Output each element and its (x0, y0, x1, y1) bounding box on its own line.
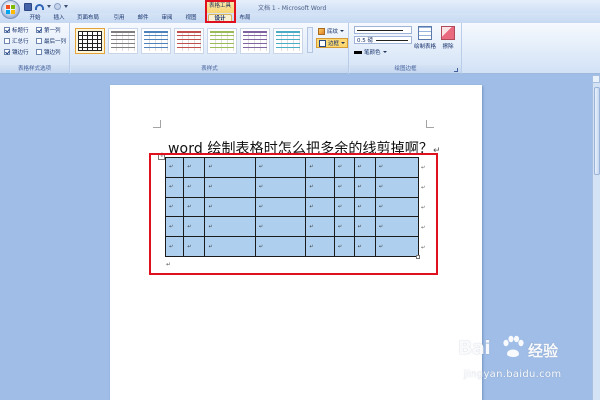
table-style-preview (243, 31, 267, 51)
group-table-style-options: 标题行 第一列 汇总行 最后一列 镶边行 镶边列 表格样式选项 (0, 23, 70, 74)
draw-table-icon (418, 26, 432, 40)
tab-insert[interactable]: 插入 (50, 14, 68, 23)
tab-references[interactable]: 引用 (110, 14, 128, 23)
table-style-preview (144, 31, 168, 51)
shading-button[interactable]: 底纹 (318, 26, 345, 36)
ribbon-tab-row: 开始 插入 页面布局 引用 邮件 审阅 视图 设计 布局 (0, 13, 600, 23)
title-bar: 表格工具 文档 1 - Microsoft Word (0, 0, 600, 13)
option-first-column[interactable]: 第一列 (36, 26, 61, 34)
group-draw-borders: 0.5 磅 笔颜色 绘制表格 擦除 绘图边框 (350, 23, 462, 74)
table-style-preview (210, 31, 234, 51)
window-title: 文档 1 - Microsoft Word (258, 5, 327, 12)
option-banded-rows[interactable]: 镶边行 (4, 48, 29, 56)
chevron-down-icon (341, 42, 346, 44)
highlight-design-tab (205, 0, 236, 23)
table-style-thumbnail[interactable] (273, 28, 303, 54)
table-style-preview (276, 31, 300, 51)
borders-button[interactable]: 边框 (316, 38, 349, 48)
margin-corner-mark (153, 120, 161, 128)
table-style-thumbnail[interactable] (108, 28, 138, 54)
table-style-preview (78, 31, 102, 51)
tab-home[interactable]: 开始 (26, 14, 44, 23)
borders-icon (319, 39, 326, 47)
line-weight-combo[interactable]: 0.5 磅 (354, 36, 412, 44)
checkbox-icon[interactable] (36, 27, 42, 33)
line-style-combo[interactable] (354, 26, 412, 34)
watermark-url: jingyan.baidu.com (464, 369, 562, 380)
line-weight-preview (376, 39, 408, 41)
option-last-column[interactable]: 最后一列 (36, 37, 66, 45)
line-style-preview (357, 29, 403, 31)
group-label: 表样式 (71, 65, 348, 73)
table-style-preview (177, 31, 201, 51)
baidu-jingyan-watermark: Bai 经验 jingyan.baidu.com (458, 335, 598, 391)
chevron-down-icon (382, 51, 387, 53)
gallery-scroll-icon[interactable] (307, 27, 313, 53)
table-style-thumbnail[interactable] (75, 28, 105, 54)
option-banded-columns[interactable]: 镶边列 (36, 48, 61, 56)
margin-corner-mark (426, 120, 434, 128)
table-style-thumbnail[interactable] (240, 28, 270, 54)
draw-table-button[interactable]: 绘制表格 (414, 26, 436, 50)
checkbox-icon[interactable] (4, 49, 10, 55)
tab-view[interactable]: 视图 (182, 14, 200, 23)
highlight-table-box (149, 153, 438, 275)
group-table-styles: 底纹 边框 表样式 (71, 23, 349, 74)
pen-color-icon (354, 50, 362, 54)
tab-mailings[interactable]: 邮件 (134, 14, 152, 23)
checkbox-icon[interactable] (4, 38, 10, 44)
pen-color-button[interactable]: 笔颜色 (354, 47, 387, 57)
ribbon: 标题行 第一列 汇总行 最后一列 镶边行 镶边列 表格样式选项 底纹 边框 表样… (0, 23, 600, 74)
shading-icon (318, 27, 325, 35)
checkbox-icon[interactable] (4, 27, 10, 33)
watermark-suffix: 经验 (528, 342, 559, 360)
customize-qat-icon[interactable] (64, 5, 68, 8)
tab-layout[interactable]: 布局 (236, 14, 254, 23)
scrollbar-thumb[interactable] (594, 87, 600, 175)
tab-page-layout[interactable]: 页面布局 (74, 14, 102, 23)
table-style-preview (111, 31, 135, 51)
office-logo-icon (6, 5, 15, 14)
undo-dropdown-icon[interactable] (47, 5, 51, 8)
table-style-thumbnail[interactable] (141, 28, 171, 54)
undo-icon[interactable] (35, 3, 44, 10)
checkbox-icon[interactable] (36, 38, 42, 44)
table-style-thumbnail[interactable] (207, 28, 237, 54)
group-label: 表格样式选项 (0, 65, 69, 73)
baidu-paw-icon (503, 335, 524, 357)
checkbox-icon[interactable] (36, 49, 42, 55)
tab-review[interactable]: 审阅 (158, 14, 176, 23)
ruler-toggle-icon[interactable] (592, 75, 600, 83)
chevron-down-icon (340, 30, 345, 32)
eraser-icon (441, 26, 455, 40)
quick-access-toolbar (24, 2, 68, 11)
office-button[interactable] (1, 0, 20, 19)
watermark-logo: Bai (458, 337, 491, 359)
dialog-launcher-icon[interactable] (454, 68, 458, 72)
redo-icon[interactable] (54, 3, 61, 10)
option-total-row[interactable]: 汇总行 (4, 37, 29, 45)
save-icon[interactable] (24, 2, 32, 11)
eraser-button[interactable]: 擦除 (437, 26, 459, 50)
table-style-thumbnail[interactable] (174, 28, 204, 54)
group-label: 绘图边框 (350, 65, 461, 73)
option-header-row[interactable]: 标题行 (4, 26, 29, 34)
